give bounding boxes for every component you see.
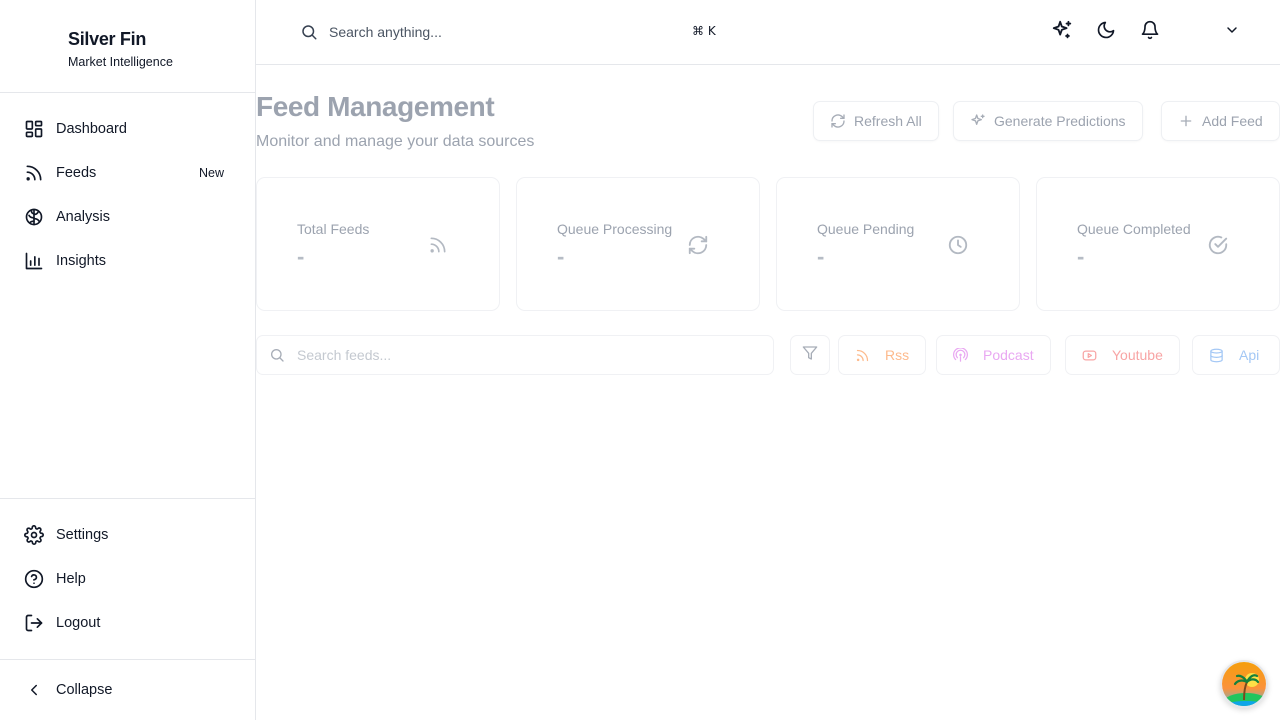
youtube-icon — [1082, 347, 1098, 363]
database-icon — [1209, 347, 1225, 363]
stat-value: - — [817, 244, 825, 269]
bar-chart-icon — [24, 251, 44, 271]
stat-card-total-feeds: Total Feeds - — [256, 177, 500, 311]
user-menu-toggle[interactable] — [1220, 20, 1244, 44]
topbar: ⌘ K — [256, 0, 1280, 65]
generate-predictions-label: Generate Predictions — [994, 113, 1126, 129]
filter-chip-api[interactable]: Api — [1192, 335, 1280, 375]
sidebar-item-analysis[interactable]: Analysis — [24, 199, 232, 235]
ai-sparkles-button[interactable] — [1050, 20, 1074, 44]
chevron-down-icon — [1224, 22, 1240, 43]
rss-icon — [427, 234, 449, 256]
chip-label: Rss — [885, 347, 910, 363]
search-shortcut: ⌘ K — [692, 24, 716, 38]
brain-icon — [24, 207, 44, 227]
moon-icon — [1096, 20, 1116, 45]
refresh-all-label: Refresh All — [854, 113, 922, 129]
chip-label: Youtube — [1112, 347, 1163, 363]
sidebar-divider — [0, 659, 255, 660]
app-root: Silver Fin Market Intelligence Dashboard… — [0, 0, 1280, 720]
refresh-icon — [830, 113, 846, 129]
sidebar-item-help[interactable]: Help — [24, 561, 232, 597]
feed-search-input[interactable] — [297, 347, 737, 363]
sidebar: Silver Fin Market Intelligence Dashboard… — [0, 0, 256, 720]
stat-label: Queue Completed — [1077, 221, 1191, 237]
sidebar-divider — [0, 92, 255, 93]
stat-card-queue-completed: Queue Completed - — [1036, 177, 1280, 311]
filter-chip-podcast[interactable]: Podcast — [936, 335, 1051, 375]
podcast-icon — [953, 347, 969, 363]
search-icon — [269, 347, 285, 363]
collapse-button[interactable]: Collapse — [24, 672, 232, 708]
chevron-left-icon — [24, 680, 44, 700]
sidebar-item-label: Logout — [56, 615, 101, 631]
plus-icon — [1178, 113, 1194, 129]
bell-icon — [1140, 20, 1160, 45]
global-search-input[interactable] — [329, 24, 659, 40]
stat-card-queue-pending: Queue Pending - — [776, 177, 1020, 311]
sidebar-item-label: Analysis — [56, 209, 110, 225]
global-search[interactable] — [300, 20, 720, 44]
assistant-avatar-button[interactable] — [1220, 660, 1268, 708]
rss-icon — [24, 163, 44, 183]
sidebar-item-logout[interactable]: Logout — [24, 605, 232, 641]
add-feed-button[interactable]: Add Feed — [1161, 101, 1280, 141]
add-feed-label: Add Feed — [1202, 113, 1263, 129]
stat-label: Queue Processing — [557, 221, 673, 237]
filter-chip-rss[interactable]: Rss — [838, 335, 927, 375]
sidebar-item-label: Settings — [56, 527, 109, 543]
check-circle-icon — [1207, 234, 1229, 256]
sidebar-item-label: Dashboard — [56, 121, 127, 137]
generate-predictions-button[interactable]: Generate Predictions — [953, 101, 1143, 141]
brand: Silver Fin Market Intelligence — [68, 28, 173, 69]
sidebar-item-insights[interactable]: Insights — [24, 243, 232, 279]
stat-value: - — [557, 244, 565, 269]
sidebar-item-feeds[interactable]: Feeds New — [24, 155, 232, 191]
filter-chip-youtube[interactable]: Youtube — [1065, 335, 1180, 375]
stat-value: - — [1077, 244, 1085, 269]
brand-name: Silver Fin — [68, 29, 147, 49]
stat-label: Queue Pending — [817, 221, 915, 237]
filter-button[interactable] — [790, 335, 830, 375]
page-subtitle: Monitor and manage your data sources — [256, 133, 535, 150]
help-circle-icon — [24, 569, 44, 589]
refresh-icon — [687, 234, 709, 256]
chip-label: Api — [1239, 347, 1260, 363]
sidebar-item-label: Insights — [56, 253, 106, 269]
stat-value: - — [297, 244, 305, 269]
sparkles-icon — [970, 113, 986, 129]
clock-icon — [947, 234, 969, 256]
collapse-label: Collapse — [56, 682, 113, 698]
sidebar-divider — [0, 498, 255, 499]
notifications-button[interactable] — [1138, 20, 1162, 44]
stat-label: Total Feeds — [297, 221, 370, 237]
sidebar-item-settings[interactable]: Settings — [24, 517, 232, 553]
filter-icon — [802, 345, 818, 366]
dashboard-grid-icon — [24, 119, 44, 139]
stat-card-queue-processing: Queue Processing - — [516, 177, 760, 311]
sparkles-icon — [1051, 19, 1073, 46]
chip-label: Podcast — [983, 347, 1034, 363]
sidebar-item-label: Help — [56, 571, 86, 587]
gear-icon — [24, 525, 44, 545]
search-icon — [300, 23, 318, 41]
rss-icon — [855, 347, 871, 363]
sidebar-item-label: Feeds — [56, 165, 97, 181]
theme-toggle-button[interactable] — [1094, 20, 1118, 44]
logout-icon — [24, 613, 44, 633]
new-badge: New — [198, 166, 224, 180]
page-title: Feed Management — [256, 91, 495, 122]
main-content: Feed Management Monitor and manage your … — [256, 65, 1280, 720]
feed-search[interactable] — [256, 335, 774, 375]
refresh-all-button[interactable]: Refresh All — [813, 101, 939, 141]
sidebar-item-dashboard[interactable]: Dashboard — [24, 111, 232, 147]
brand-tagline: Market Intelligence — [68, 55, 173, 69]
